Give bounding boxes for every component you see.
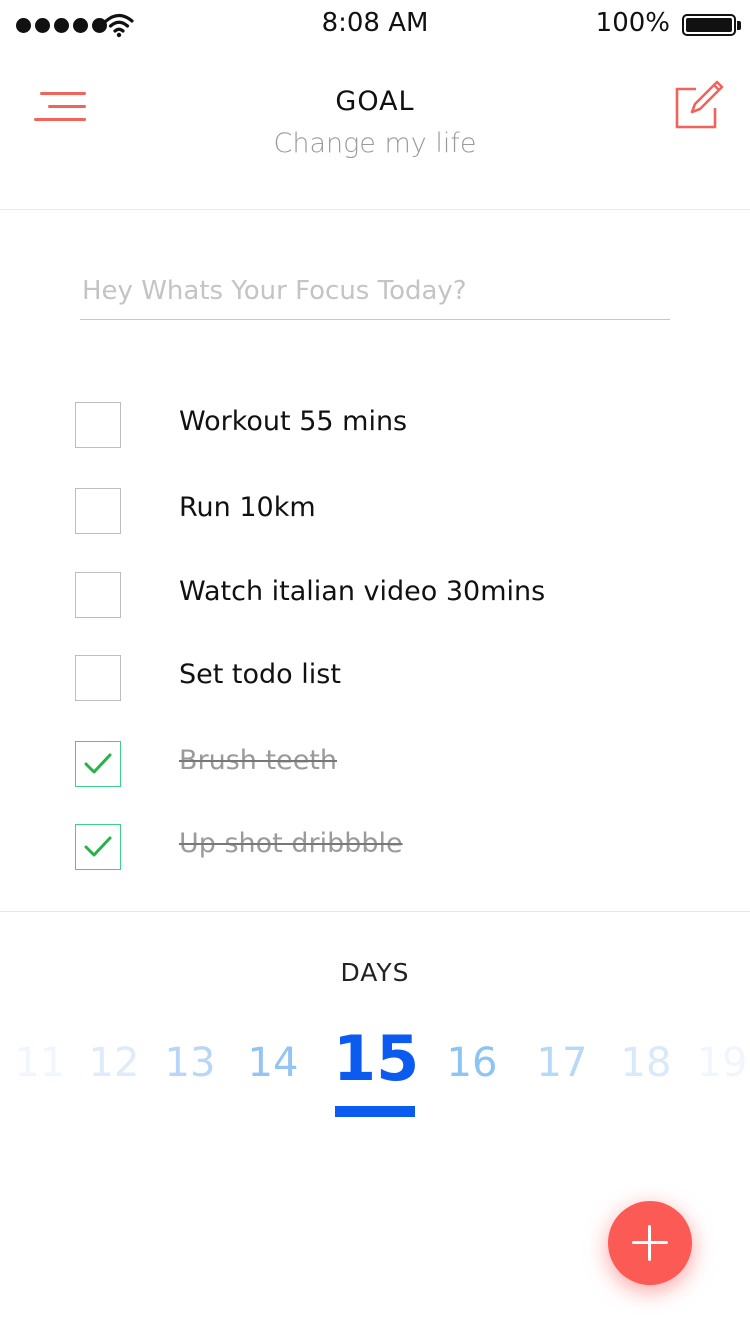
tasks-divider: [0, 911, 750, 912]
day-14[interactable]: 14: [233, 1040, 313, 1086]
check-icon: [84, 836, 112, 857]
day-15-selected[interactable]: 15: [333, 1022, 419, 1095]
header-divider: [0, 209, 750, 210]
add-task-button[interactable]: [608, 1201, 692, 1285]
task-item-todo-list[interactable]: Set todo list: [74, 655, 674, 705]
page-subtitle: Change my life: [273, 128, 477, 159]
task-label: Watch italian video 30mins: [179, 576, 546, 607]
edit-note-icon: [675, 80, 724, 129]
task-label: Workout 55 mins: [179, 406, 408, 437]
day-13[interactable]: 13: [150, 1040, 230, 1086]
day-16[interactable]: 16: [432, 1040, 512, 1086]
task-label: Set todo list: [179, 659, 341, 690]
task-label-completed: Brush teeth: [179, 745, 338, 776]
day-12[interactable]: 12: [74, 1040, 154, 1086]
battery-icon: [682, 14, 736, 36]
check-icon: [84, 753, 112, 774]
task-checkbox-checked[interactable]: [75, 824, 121, 870]
day-17[interactable]: 17: [522, 1040, 602, 1086]
battery-tip: [737, 21, 741, 30]
battery-percent: 100%: [595, 8, 670, 38]
task-checkbox[interactable]: [75, 488, 121, 534]
day-11[interactable]: 11: [0, 1040, 80, 1086]
edit-button[interactable]: [674, 80, 724, 130]
task-item-italian-video[interactable]: Watch italian video 30mins: [74, 572, 674, 622]
task-item-workout[interactable]: Workout 55 mins: [74, 402, 674, 452]
day-18[interactable]: 18: [606, 1040, 686, 1086]
task-label: Run 10km: [179, 492, 316, 523]
selected-day-indicator: [335, 1106, 415, 1117]
task-item-run[interactable]: Run 10km: [74, 488, 674, 538]
task-checkbox[interactable]: [75, 402, 121, 448]
focus-input[interactable]: [80, 262, 670, 320]
status-bar: 8:08 AM 100%: [0, 0, 750, 54]
task-item-brush-teeth[interactable]: Brush teeth: [74, 741, 674, 791]
task-checkbox[interactable]: [75, 572, 121, 618]
day-19[interactable]: 19: [682, 1040, 750, 1086]
task-checkbox[interactable]: [75, 655, 121, 701]
task-checkbox-checked[interactable]: [75, 741, 121, 787]
task-label-completed: Up shot dribbble: [179, 828, 403, 859]
days-label: DAYS: [340, 958, 410, 987]
page-title: GOAL: [335, 86, 415, 117]
task-item-dribbble[interactable]: Up shot dribbble: [74, 824, 674, 874]
